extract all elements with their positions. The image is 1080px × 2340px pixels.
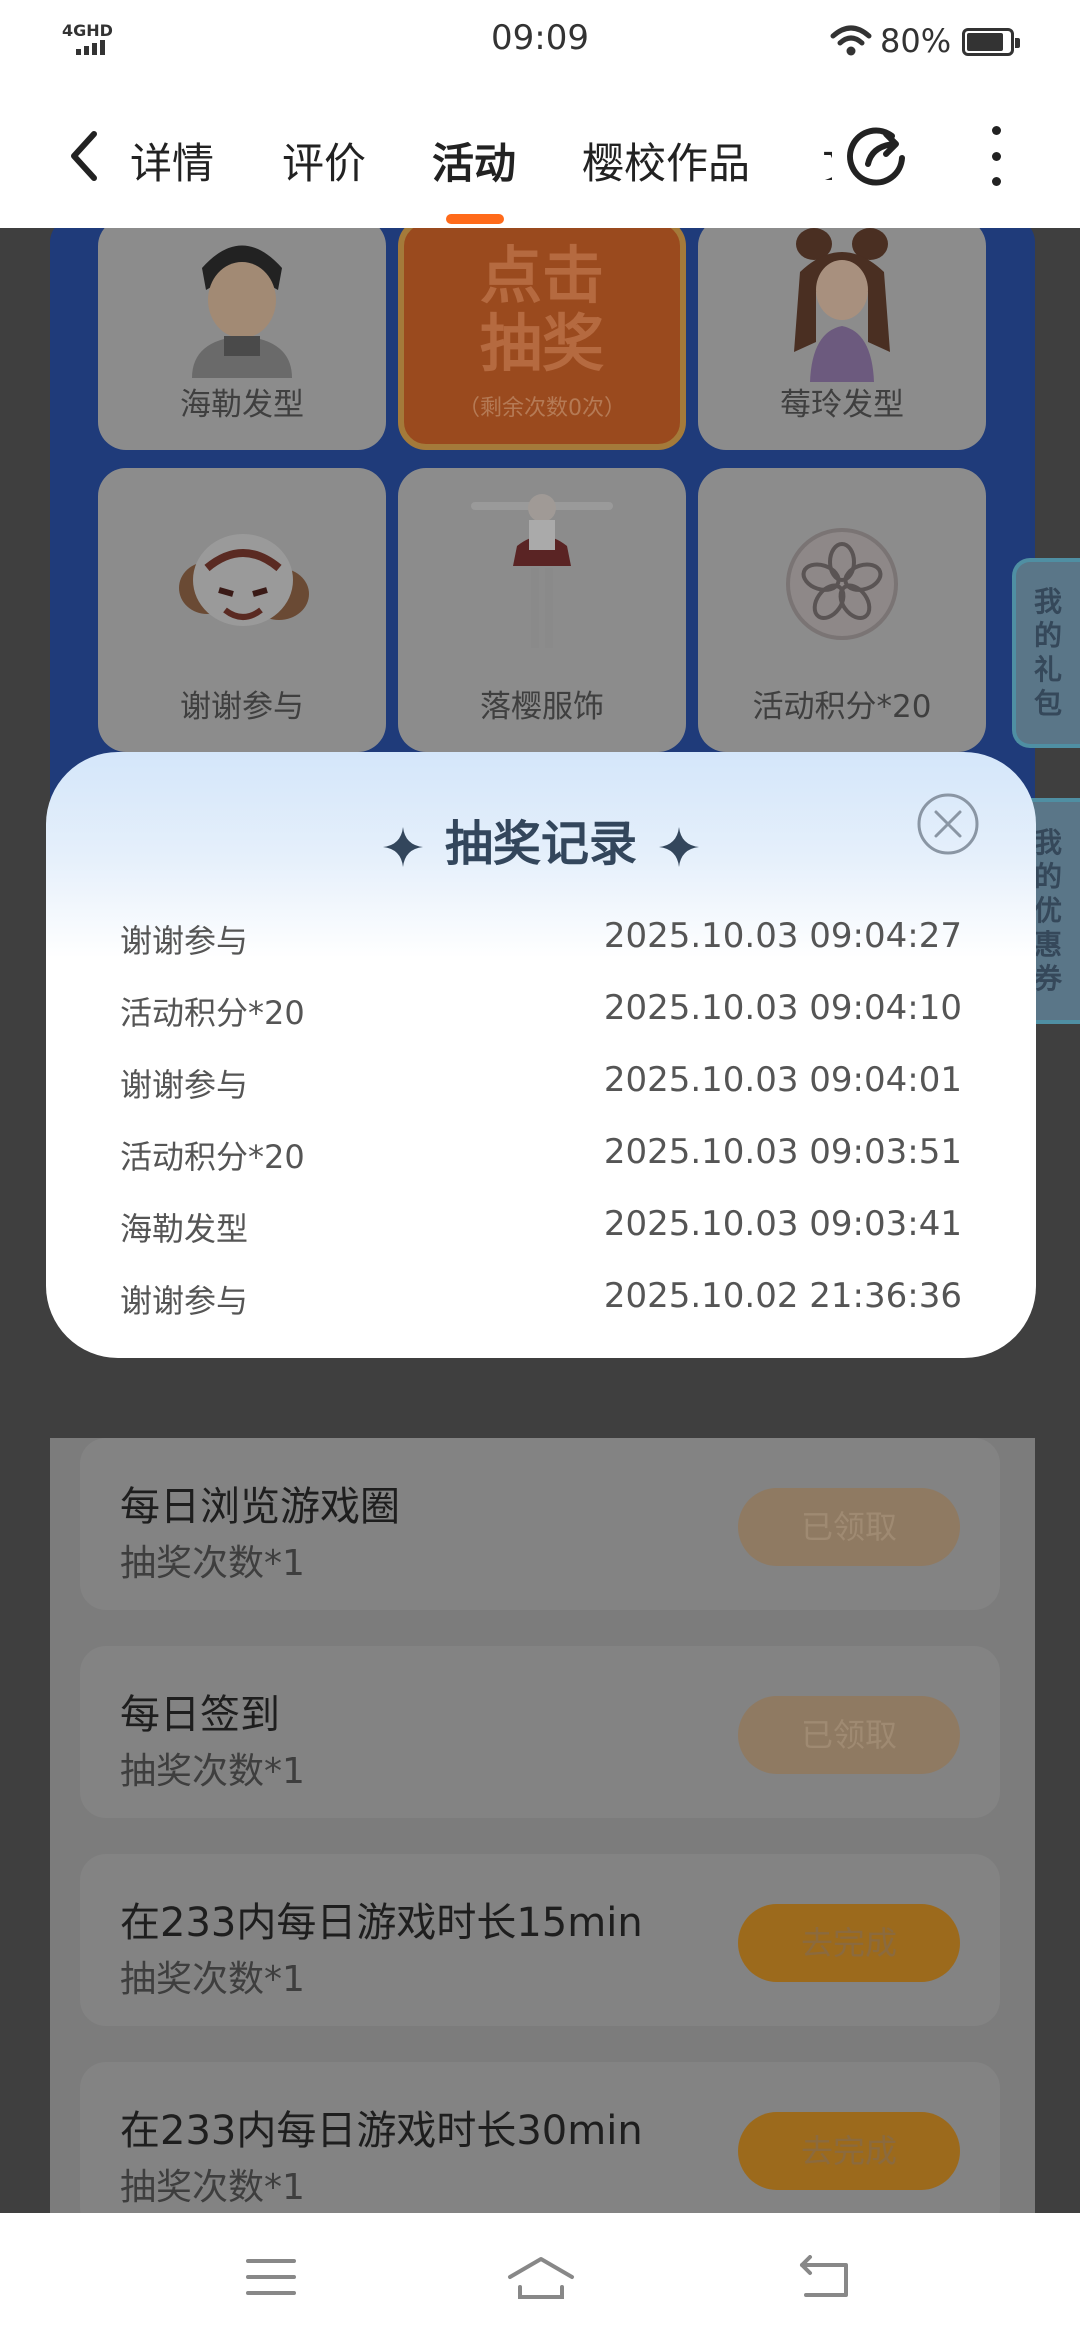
task-claimed-button[interactable]: 已领取 [738, 1488, 960, 1566]
battery-icon [962, 28, 1020, 56]
my-coupons-char: 惠 [1033, 928, 1062, 961]
my-coupons-char: 我 [1033, 826, 1062, 859]
my-coupons-char: 的 [1033, 860, 1062, 893]
prize-cell: 落樱服饰 [398, 468, 686, 752]
draw-records-modal: 抽奖记录 谢谢参与 2025.10.03 09:04:27 活动积分*20 20… [46, 752, 1036, 1358]
record-prize: 海勒发型 [120, 1210, 249, 1248]
task-row: 在233内每日游戏时长30min 抽奖次数*1 去完成 [80, 2062, 1000, 2213]
my-gifts-tab[interactable]: 我 的 礼 包 [1012, 558, 1080, 748]
my-gifts-char: 包 [1033, 687, 1062, 720]
menu-icon[interactable] [244, 2255, 298, 2299]
record-time: 2025.10.02 21:36:36 [603, 1276, 962, 1316]
task-reward: 抽奖次数*1 [120, 1543, 305, 1584]
prize-cell: 莓玲发型 [698, 228, 986, 450]
task-row: 每日签到 抽奖次数*1 已领取 [80, 1646, 1000, 1818]
task-reward: 抽奖次数*1 [120, 2167, 305, 2208]
prize-cell: 海勒发型 [98, 228, 386, 450]
record-row: 活动积分*20 2025.10.03 09:04:10 [120, 988, 962, 1048]
record-row: 活动积分*20 2025.10.03 09:03:51 [120, 1132, 962, 1192]
back-icon[interactable] [796, 2255, 852, 2301]
record-prize: 活动积分*20 [120, 994, 305, 1032]
outfit-figure-icon [471, 494, 613, 648]
system-nav-bar [0, 2213, 1080, 2340]
home-icon[interactable] [506, 2255, 576, 2301]
sheep-avatar-icon [179, 534, 309, 626]
record-time: 2025.10.03 09:03:41 [603, 1204, 962, 1244]
my-gifts-char: 的 [1033, 619, 1062, 652]
record-time: 2025.10.03 09:03:51 [603, 1132, 962, 1172]
status-bar: 4GHD 09:09 80% [0, 0, 1080, 84]
tab-overflow-hint: 文 [822, 132, 832, 180]
wifi-icon [830, 25, 872, 56]
my-gifts-char: 礼 [1033, 653, 1062, 686]
task-name: 每日签到 [120, 1692, 280, 1738]
tab-works[interactable]: 樱校作品 [582, 130, 750, 191]
girl-avatar-icon [794, 228, 890, 382]
back-arrow-icon[interactable] [64, 128, 104, 184]
task-name: 在233内每日游戏时长30min [120, 2108, 643, 2154]
battery-percent: 80% [880, 22, 952, 60]
draw-button-line1: 点击 [479, 239, 604, 312]
draw-remaining: （剩余次数0次） [458, 396, 626, 421]
record-time: 2025.10.03 09:04:01 [603, 1060, 962, 1100]
tab-activity[interactable]: 活动 [432, 130, 516, 191]
tab-details[interactable]: 详情 [130, 130, 214, 191]
prize-label: 活动积分*20 [752, 689, 932, 725]
record-prize: 活动积分*20 [120, 1138, 305, 1176]
draw-button[interactable]: 点击 抽奖 （剩余次数0次） [398, 228, 686, 450]
my-coupons-char: 优 [1033, 894, 1062, 927]
sparkle-icon [659, 827, 699, 867]
boy-avatar-icon [192, 245, 292, 378]
prize-label: 莓玲发型 [780, 387, 904, 423]
modal-title: 抽奖记录 [444, 816, 637, 872]
task-row: 每日浏览游戏圈 抽奖次数*1 已领取 [80, 1438, 1000, 1610]
record-row: 谢谢参与 2025.10.02 21:36:36 [120, 1276, 962, 1336]
more-menu-icon[interactable] [984, 126, 1008, 186]
task-row: 在233内每日游戏时长15min 抽奖次数*1 去完成 [80, 1854, 1000, 2026]
tab-reviews[interactable]: 评价 [282, 130, 366, 191]
my-gifts-char: 我 [1033, 585, 1062, 618]
record-time: 2025.10.03 09:04:27 [603, 916, 962, 956]
active-tab-indicator [446, 214, 504, 224]
task-reward: 抽奖次数*1 [120, 1751, 305, 1792]
task-claimed-button[interactable]: 已领取 [738, 1696, 960, 1774]
my-coupons-char: 券 [1033, 962, 1062, 995]
modal-title-row: 抽奖记录 [46, 804, 1036, 874]
record-prize: 谢谢参与 [120, 922, 249, 960]
prize-label: 谢谢参与 [180, 689, 304, 725]
prize-cell: 谢谢参与 [98, 468, 386, 752]
share-icon[interactable] [846, 124, 908, 186]
record-row: 谢谢参与 2025.10.03 09:04:01 [120, 1060, 962, 1120]
sparkle-icon [382, 827, 423, 867]
record-prize: 谢谢参与 [120, 1282, 249, 1320]
prize-label: 落樱服饰 [480, 689, 604, 725]
record-row: 海勒发型 2025.10.03 09:03:41 [120, 1204, 962, 1264]
prize-cell: 活动积分*20 [698, 468, 986, 752]
prize-label: 海勒发型 [180, 387, 304, 423]
task-name: 每日浏览游戏圈 [120, 1484, 400, 1530]
record-row: 谢谢参与 2025.10.03 09:04:27 [120, 916, 962, 976]
task-reward: 抽奖次数*1 [120, 1959, 305, 2000]
task-name: 在233内每日游戏时长15min [120, 1900, 643, 1946]
task-go-button[interactable]: 去完成 [738, 2112, 960, 2190]
record-time: 2025.10.03 09:04:10 [603, 988, 962, 1028]
close-icon[interactable] [916, 792, 980, 856]
sakura-coin-icon [786, 528, 898, 640]
top-nav: 详情 评价 活动 樱校作品 文 [0, 84, 1080, 228]
record-prize: 谢谢参与 [120, 1066, 249, 1104]
draw-button-line2: 抽奖 [479, 307, 604, 380]
task-go-button[interactable]: 去完成 [738, 1904, 960, 1982]
